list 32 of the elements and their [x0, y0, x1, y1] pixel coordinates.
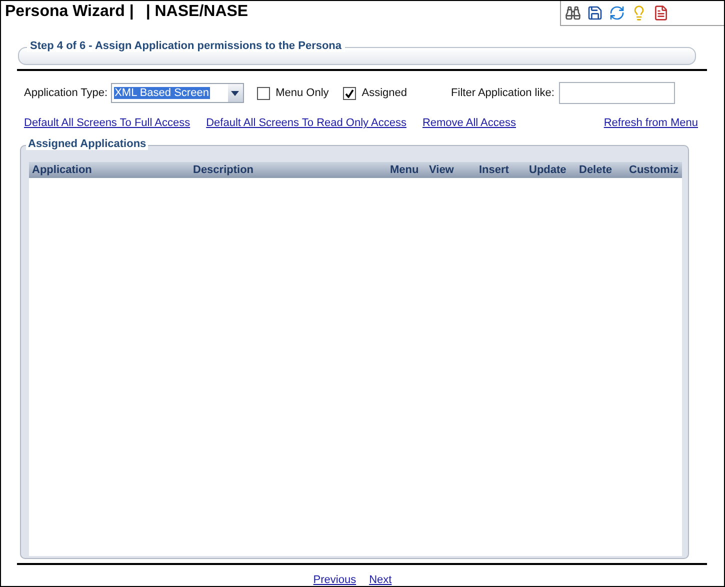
previous-link[interactable]: Previous	[313, 574, 356, 586]
link[interactable]: Default All Screens To Read Only Access	[206, 117, 406, 130]
group-title: Assigned Applications	[26, 138, 148, 150]
context-label: | NASE/NASE	[144, 2, 248, 21]
field-label: Application Type:	[24, 87, 108, 100]
checkbox-label: Menu Only	[276, 87, 329, 100]
column-header[interactable]: Menu	[387, 162, 426, 178]
column-header[interactable]: Application	[29, 162, 190, 178]
caret-icon	[231, 90, 240, 96]
column-header[interactable]: Insert	[476, 162, 526, 178]
document-icon[interactable]	[653, 5, 669, 21]
filter-field[interactable]	[559, 82, 676, 104]
link[interactable]: Refresh from Menu	[604, 117, 698, 130]
binoculars-icon[interactable]	[565, 5, 581, 21]
column-header[interactable]: Description	[190, 162, 387, 178]
link[interactable]: Default All Screens To Full Access	[24, 117, 190, 130]
link[interactable]: Remove All Access	[422, 117, 516, 130]
window-title: Persona Wizard |	[4, 2, 134, 21]
refresh-icon[interactable]	[609, 5, 625, 21]
checkmark-icon	[344, 88, 354, 98]
column-header[interactable]: View	[426, 162, 476, 178]
application-type-dropdown[interactable]: XML Based Screen	[110, 83, 244, 104]
checkbox-label: Assigned	[362, 87, 408, 100]
next-link[interactable]: Next	[369, 574, 392, 586]
save-icon[interactable]	[587, 5, 603, 21]
step-title: Step 4 of 6 - Assign Application permissions to the Persona	[27, 40, 345, 52]
column-header[interactable]: Update	[526, 162, 576, 178]
column-header[interactable]: Customiz	[626, 162, 682, 178]
field-label: Filter Application like:	[451, 87, 554, 100]
checkbox[interactable]	[342, 86, 356, 100]
column-header[interactable]: Delete	[576, 162, 626, 178]
checkbox[interactable]	[256, 86, 270, 100]
